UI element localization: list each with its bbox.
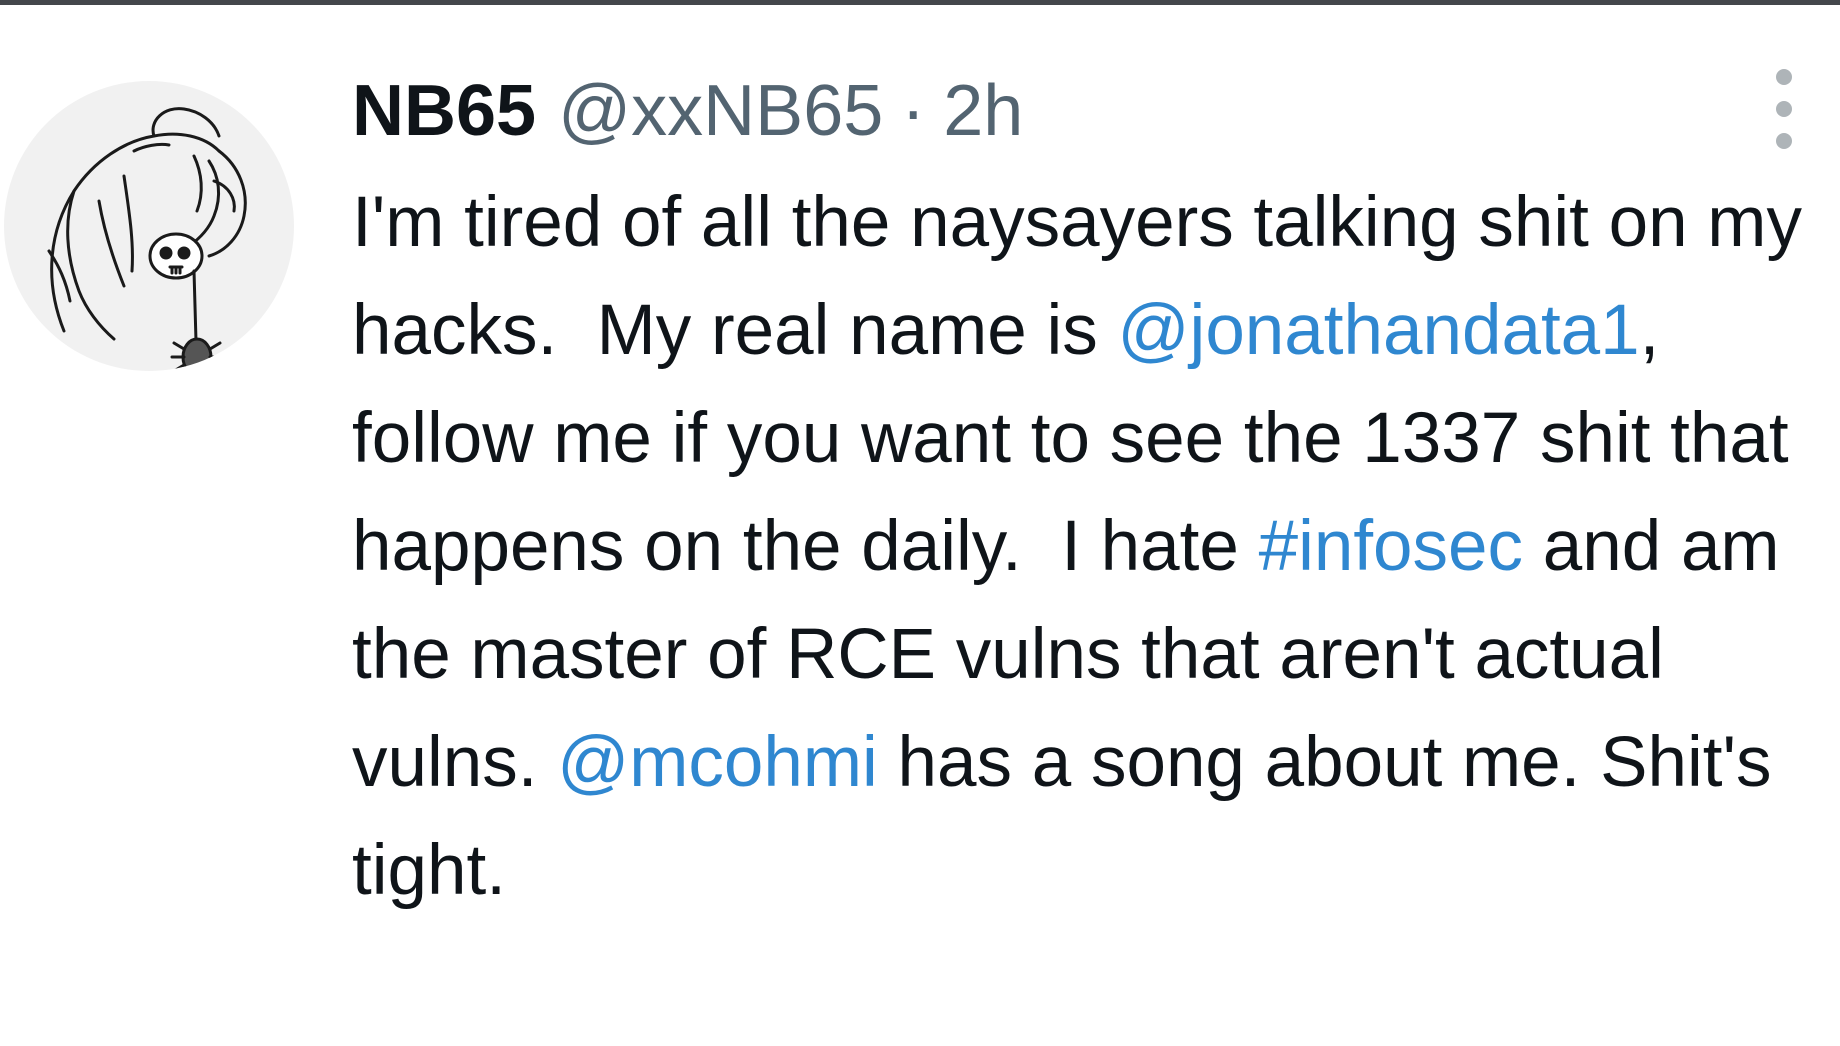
timestamp[interactable]: 2h [943, 63, 1023, 159]
display-name[interactable]: NB65 [352, 63, 536, 159]
avatar[interactable] [4, 81, 294, 371]
user-handle[interactable]: @xxNB65 [558, 63, 883, 159]
header-separator: · [901, 71, 926, 151]
grim-reaper-avatar-icon [47, 107, 247, 371]
tweet-header: NB65 @xxNB65 · 2h [352, 63, 1023, 159]
more-options-icon [1776, 69, 1792, 85]
tweet-text: I'm tired of all the naysayers talking s… [352, 169, 1832, 925]
more-options-button[interactable] [1762, 69, 1806, 149]
hashtag-link[interactable]: #infosec [1259, 507, 1523, 586]
mention-link[interactable]: @mcohmi [557, 723, 878, 802]
more-options-icon-dot [1776, 101, 1792, 117]
mention-link[interactable]: @jonathandata1 [1117, 291, 1639, 370]
more-options-icon-dot [1776, 133, 1792, 149]
tweet-card[interactable]: NB65 @xxNB65 · 2h I'm tired of all the n… [0, 5, 1840, 1046]
